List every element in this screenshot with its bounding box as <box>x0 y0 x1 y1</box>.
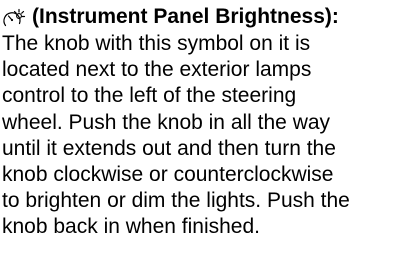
body-line: knob clockwise or counterclockwise <box>2 163 334 187</box>
entry-body: The knob with this symbol on it is locat… <box>2 31 404 241</box>
body-line: wheel. Push the knob in all the way <box>2 110 331 134</box>
entry-heading-line: (Instrument Panel Brightness): <box>2 4 404 31</box>
entry-heading: (Instrument Panel Brightness): <box>32 5 339 29</box>
manual-entry: (Instrument Panel Brightness): The knob … <box>2 4 404 241</box>
instrument-panel-brightness-icon <box>2 7 26 29</box>
body-line: control to the left of the steering <box>2 84 297 108</box>
body-line: located next to the exterior lamps <box>2 58 312 82</box>
body-line: to brighten or dim the lights. Push the <box>2 189 350 213</box>
body-line: The knob with this symbol on it is <box>2 32 311 55</box>
body-line: until it extends out and then turn the <box>2 136 336 160</box>
body-line: knob back in when finished. <box>2 215 260 239</box>
